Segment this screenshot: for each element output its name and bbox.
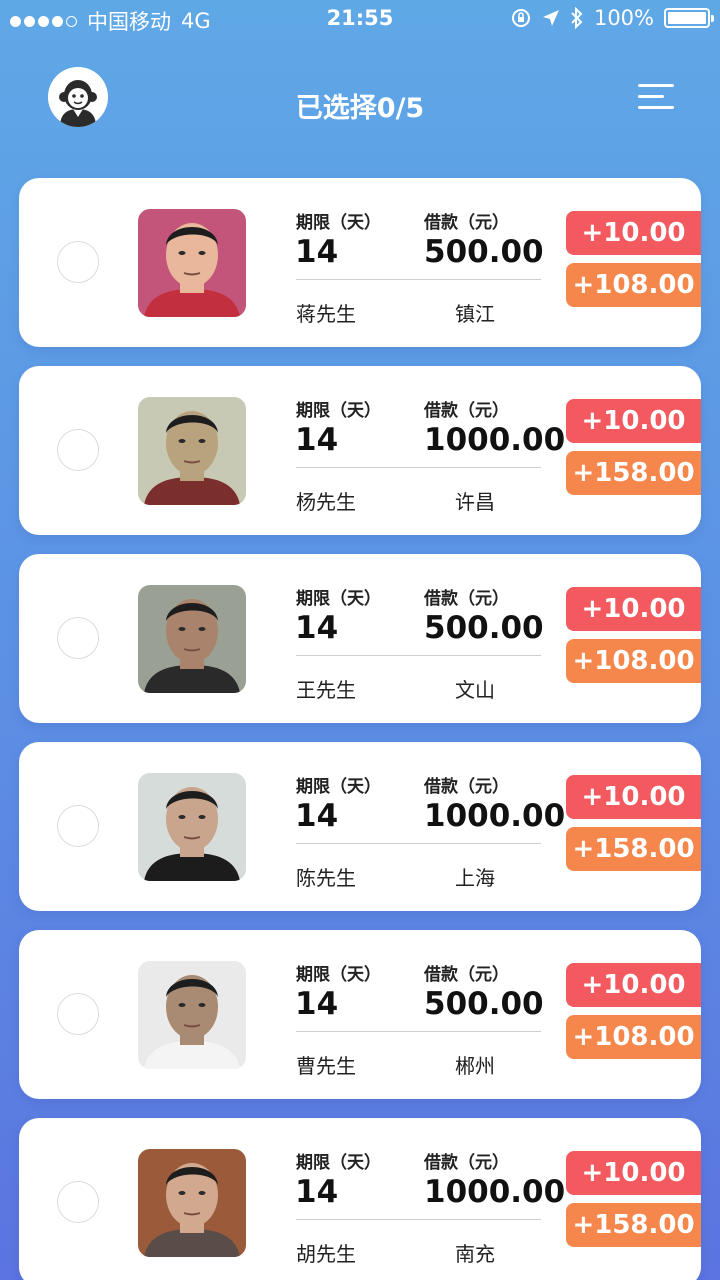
fee-button-orange[interactable]: +108.00 <box>566 1015 701 1059</box>
borrower-photo <box>138 961 246 1069</box>
status-bar: 中国移动 4G 21:55 100% <box>0 0 720 40</box>
loan-amount: 1000.00 <box>424 1174 566 1210</box>
divider <box>296 1219 541 1220</box>
select-radio[interactable] <box>57 993 99 1035</box>
fee-button-red[interactable]: +10.00 <box>566 775 701 819</box>
borrower-name: 蒋先生 <box>296 302 356 326</box>
loan-label: 借款（元） <box>424 589 509 609</box>
borrower-card[interactable]: 期限（天） 借款（元） 14 1000.00 陈先生 上海 +10.00 +15… <box>19 742 701 911</box>
menu-icon <box>638 84 674 87</box>
borrower-city: 南充 <box>455 1242 495 1266</box>
fee-button-orange[interactable]: +158.00 <box>566 451 701 495</box>
borrower-photo <box>138 585 246 693</box>
borrower-name: 王先生 <box>296 678 356 702</box>
fee-button-red[interactable]: +10.00 <box>566 399 701 443</box>
fee-button-red[interactable]: +10.00 <box>566 211 701 255</box>
menu-icon-line <box>638 106 674 109</box>
borrower-name: 胡先生 <box>296 1242 356 1266</box>
loan-label: 借款（元） <box>424 777 509 797</box>
term-value: 14 <box>295 234 339 270</box>
borrower-photo <box>138 1149 246 1257</box>
loan-amount: 1000.00 <box>424 798 566 834</box>
borrower-city: 上海 <box>455 866 495 890</box>
term-value: 14 <box>295 1174 339 1210</box>
borrower-card[interactable]: 期限（天） 借款（元） 14 1000.00 胡先生 南充 +10.00 +15… <box>19 1118 701 1280</box>
loan-amount: 500.00 <box>424 986 544 1022</box>
loan-amount: 500.00 <box>424 234 544 270</box>
status-right: 100% <box>510 6 714 30</box>
loan-label: 借款（元） <box>424 1153 509 1173</box>
menu-icon-line <box>638 95 664 98</box>
borrower-card[interactable]: 期限（天） 借款（元） 14 500.00 王先生 文山 +10.00 +108… <box>19 554 701 723</box>
fee-button-orange[interactable]: +108.00 <box>566 639 701 683</box>
page-title: 已选择0/5 <box>295 93 425 124</box>
divider <box>296 467 541 468</box>
loan-label: 借款（元） <box>424 965 509 985</box>
borrower-city: 文山 <box>455 678 495 702</box>
term-value: 14 <box>295 986 339 1022</box>
term-label: 期限（天） <box>296 213 381 233</box>
loan-amount: 1000.00 <box>424 422 566 458</box>
borrower-card[interactable]: 期限（天） 借款（元） 14 500.00 曹先生 郴州 +10.00 +108… <box>19 930 701 1099</box>
select-radio[interactable] <box>57 241 99 283</box>
divider <box>296 279 541 280</box>
borrower-card[interactable]: 期限（天） 借款（元） 14 500.00 蒋先生 镇江 +10.00 +108… <box>19 178 701 347</box>
borrower-name: 杨先生 <box>296 490 356 514</box>
term-label: 期限（天） <box>296 965 381 985</box>
select-radio[interactable] <box>57 429 99 471</box>
fee-button-orange[interactable]: +158.00 <box>566 1203 701 1247</box>
select-radio[interactable] <box>57 805 99 847</box>
rotation-lock-icon <box>511 9 530 27</box>
menu-button[interactable] <box>638 84 674 114</box>
term-label: 期限（天） <box>296 777 381 797</box>
loan-label: 借款（元） <box>424 401 509 421</box>
term-value: 14 <box>295 422 339 458</box>
borrower-name: 陈先生 <box>296 866 356 890</box>
fee-button-red[interactable]: +10.00 <box>566 963 701 1007</box>
fee-button-red[interactable]: +10.00 <box>566 587 701 631</box>
divider <box>296 655 541 656</box>
term-value: 14 <box>295 798 339 834</box>
loan-label: 借款（元） <box>424 213 509 233</box>
bluetooth-icon <box>571 7 583 29</box>
borrower-card[interactable]: 期限（天） 借款（元） 14 1000.00 杨先生 许昌 +10.00 +15… <box>19 366 701 535</box>
borrower-name: 曹先生 <box>296 1054 356 1078</box>
borrower-city: 镇江 <box>455 302 495 326</box>
divider <box>296 1031 541 1032</box>
term-value: 14 <box>295 610 339 646</box>
loan-amount: 500.00 <box>424 610 544 646</box>
term-label: 期限（天） <box>296 401 381 421</box>
fee-button-orange[interactable]: +158.00 <box>566 827 701 871</box>
borrower-photo <box>138 773 246 881</box>
fee-button-orange[interactable]: +108.00 <box>566 263 701 307</box>
divider <box>296 843 541 844</box>
borrower-list: 期限（天） 借款（元） 14 500.00 蒋先生 镇江 +10.00 +108… <box>0 178 720 1280</box>
term-label: 期限（天） <box>296 589 381 609</box>
battery-percent: 100% <box>593 6 654 30</box>
battery-icon <box>664 8 714 28</box>
borrower-photo <box>138 397 246 505</box>
borrower-city: 许昌 <box>455 490 495 514</box>
term-label: 期限（天） <box>296 1153 381 1173</box>
select-radio[interactable] <box>57 1181 99 1223</box>
fee-button-red[interactable]: +10.00 <box>566 1151 701 1195</box>
location-arrow-icon <box>542 10 559 26</box>
borrower-city: 郴州 <box>455 1054 495 1078</box>
borrower-photo <box>138 209 246 317</box>
select-radio[interactable] <box>57 617 99 659</box>
